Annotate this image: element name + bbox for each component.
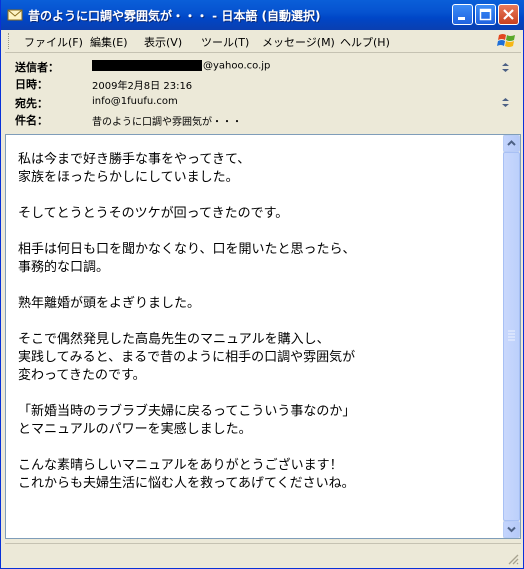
message-header: 送信者： @yahoo.co.jp 日時： 2009年2月8日 23:16 宛先… [5,53,521,131]
chevron-down-icon [507,526,516,533]
close-button[interactable] [498,4,519,25]
maximize-button[interactable] [475,4,496,25]
redaction-bar [92,60,202,71]
from-value: @yahoo.co.jp [92,60,270,72]
menu-grip [8,33,12,49]
menu-help[interactable]: ヘルプ(H) [340,34,390,50]
menu-message[interactable]: メッセージ(M) [262,34,335,50]
status-bar [5,543,521,565]
date-label: 日時： [15,78,48,91]
vertical-scrollbar[interactable] [503,135,520,538]
grip-icon [508,330,515,341]
scroll-up-button[interactable] [503,135,520,152]
message-text: 私は今まで好き勝手な事をやってきて、 家族をほったらかしにしていました。 そして… [18,152,356,491]
windows-logo-icon [496,31,518,51]
to-value: info@1fuufu.com [92,96,178,107]
menu-file[interactable]: ファイル(F) [24,34,83,50]
from-spin-icon[interactable] [499,59,512,72]
close-icon [503,9,514,20]
message-body[interactable]: 私は今まで好き勝手な事をやってきて、 家族をほったらかしにしていました。 そして… [5,134,521,539]
minimize-button[interactable] [452,4,473,25]
menu-edit[interactable]: 編集(E) [90,34,128,50]
envelope-icon [7,7,23,23]
minimize-icon [458,17,465,20]
from-domain: @yahoo.co.jp [203,60,271,72]
subject-label: 件名： [15,114,48,127]
scroll-thumb[interactable] [503,152,520,521]
date-value: 2009年2月8日 23:16 [92,81,193,92]
maximize-icon [479,8,492,21]
menu-bar: ファイル(F) 編集(E) 表示(V) ツール(T) メッセージ(M) ヘルプ(… [5,30,521,53]
window-title: 昔のように口調や雰囲気が・・・ - 日本語 (自動選択) [28,9,321,23]
to-label: 宛先： [15,97,48,110]
menu-tools[interactable]: ツール(T) [201,34,249,50]
chevron-up-icon [507,140,516,146]
resize-grip-icon[interactable] [507,550,519,565]
from-label: 送信者： [15,61,59,74]
to-spin-icon[interactable] [499,94,512,107]
subject-value: 昔のように口調や雰囲気が・・・ [92,117,242,128]
scroll-down-button[interactable] [503,521,520,538]
menu-view[interactable]: 表示(V) [144,34,182,50]
title-bar[interactable]: 昔のように口調や雰囲気が・・・ - 日本語 (自動選択) [1,0,524,30]
mail-window: 昔のように口調や雰囲気が・・・ - 日本語 (自動選択) ファイル(F) 編集(… [0,0,524,569]
